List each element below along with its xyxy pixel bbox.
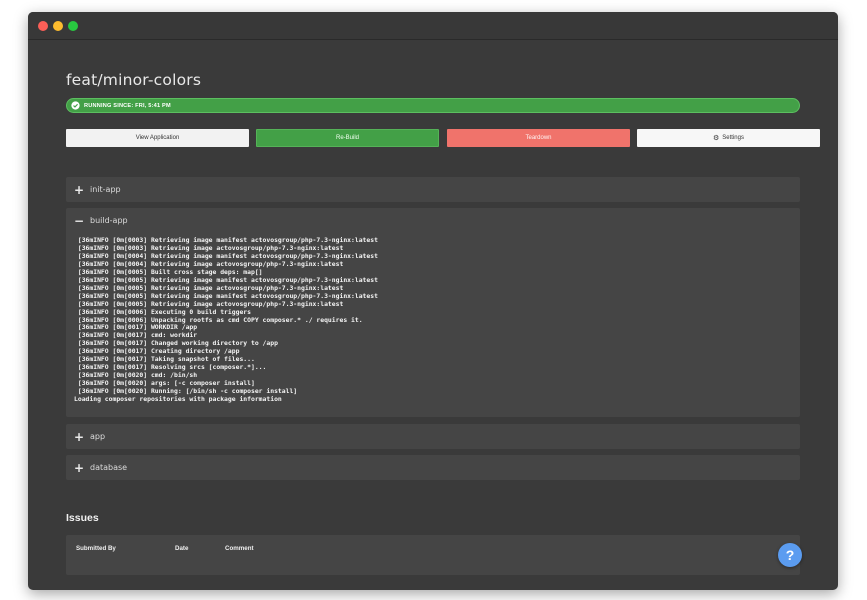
- view-application-label: View Application: [135, 135, 180, 141]
- section-header-init-app[interactable]: + init-app: [66, 177, 800, 202]
- page-title: feat/minor-colors: [66, 71, 202, 89]
- build-log: [36mINFO [0m[0003] Retrieving image mani…: [66, 233, 800, 404]
- issues-table: Submitted By Date Comment: [66, 535, 800, 575]
- minimize-window-button[interactable]: [53, 21, 63, 31]
- gear-icon: ⚙: [713, 135, 720, 142]
- section-database: + database: [66, 455, 800, 480]
- zoom-window-button[interactable]: [68, 21, 78, 31]
- section-app: + app: [66, 424, 800, 449]
- rebuild-button[interactable]: Re-Build: [256, 129, 439, 147]
- title-bar: [28, 12, 838, 40]
- help-button[interactable]: ?: [778, 543, 802, 567]
- collapse-icon: −: [74, 213, 85, 228]
- expand-icon: +: [74, 460, 85, 475]
- section-header-database[interactable]: + database: [66, 455, 800, 480]
- section-init-app: + init-app: [66, 177, 800, 202]
- settings-label: Settings: [722, 135, 744, 141]
- column-header-date[interactable]: Date: [175, 545, 188, 552]
- section-label: build-app: [90, 216, 128, 225]
- section-header-app[interactable]: + app: [66, 424, 800, 449]
- column-header-submitted-by[interactable]: Submitted By: [76, 545, 116, 552]
- section-label: init-app: [90, 185, 121, 194]
- help-icon: ?: [785, 547, 795, 563]
- teardown-label: Teardown: [525, 135, 552, 141]
- column-header-comment[interactable]: Comment: [225, 545, 254, 552]
- expand-icon: +: [74, 429, 85, 444]
- expand-icon: +: [74, 182, 85, 197]
- rebuild-label: Re-Build: [335, 135, 359, 141]
- status-badge: RUNNING SINCE: FRI, 5:41 PM: [66, 98, 800, 113]
- status-text: RUNNING SINCE: FRI, 5:41 PM: [84, 102, 171, 109]
- section-label: database: [90, 463, 128, 472]
- teardown-button[interactable]: Teardown: [447, 129, 630, 147]
- issues-heading: Issues: [66, 512, 99, 524]
- close-window-button[interactable]: [38, 21, 48, 31]
- log-line: Loading composer repositories with packa…: [74, 395, 282, 404]
- section-label: app: [90, 432, 106, 441]
- app-window: feat/minor-colors RUNNING SINCE: FRI, 5:…: [28, 12, 838, 590]
- settings-button[interactable]: ⚙ Settings: [637, 129, 820, 147]
- check-circle-icon: [71, 101, 80, 110]
- view-application-button[interactable]: View Application: [66, 129, 249, 147]
- section-build-app: − build-app [36mINFO [0m[0003] Retrievin…: [66, 208, 800, 417]
- action-toolbar: View Application Re-Build Teardown ⚙ Set…: [66, 129, 820, 147]
- section-header-build-app[interactable]: − build-app: [66, 208, 800, 233]
